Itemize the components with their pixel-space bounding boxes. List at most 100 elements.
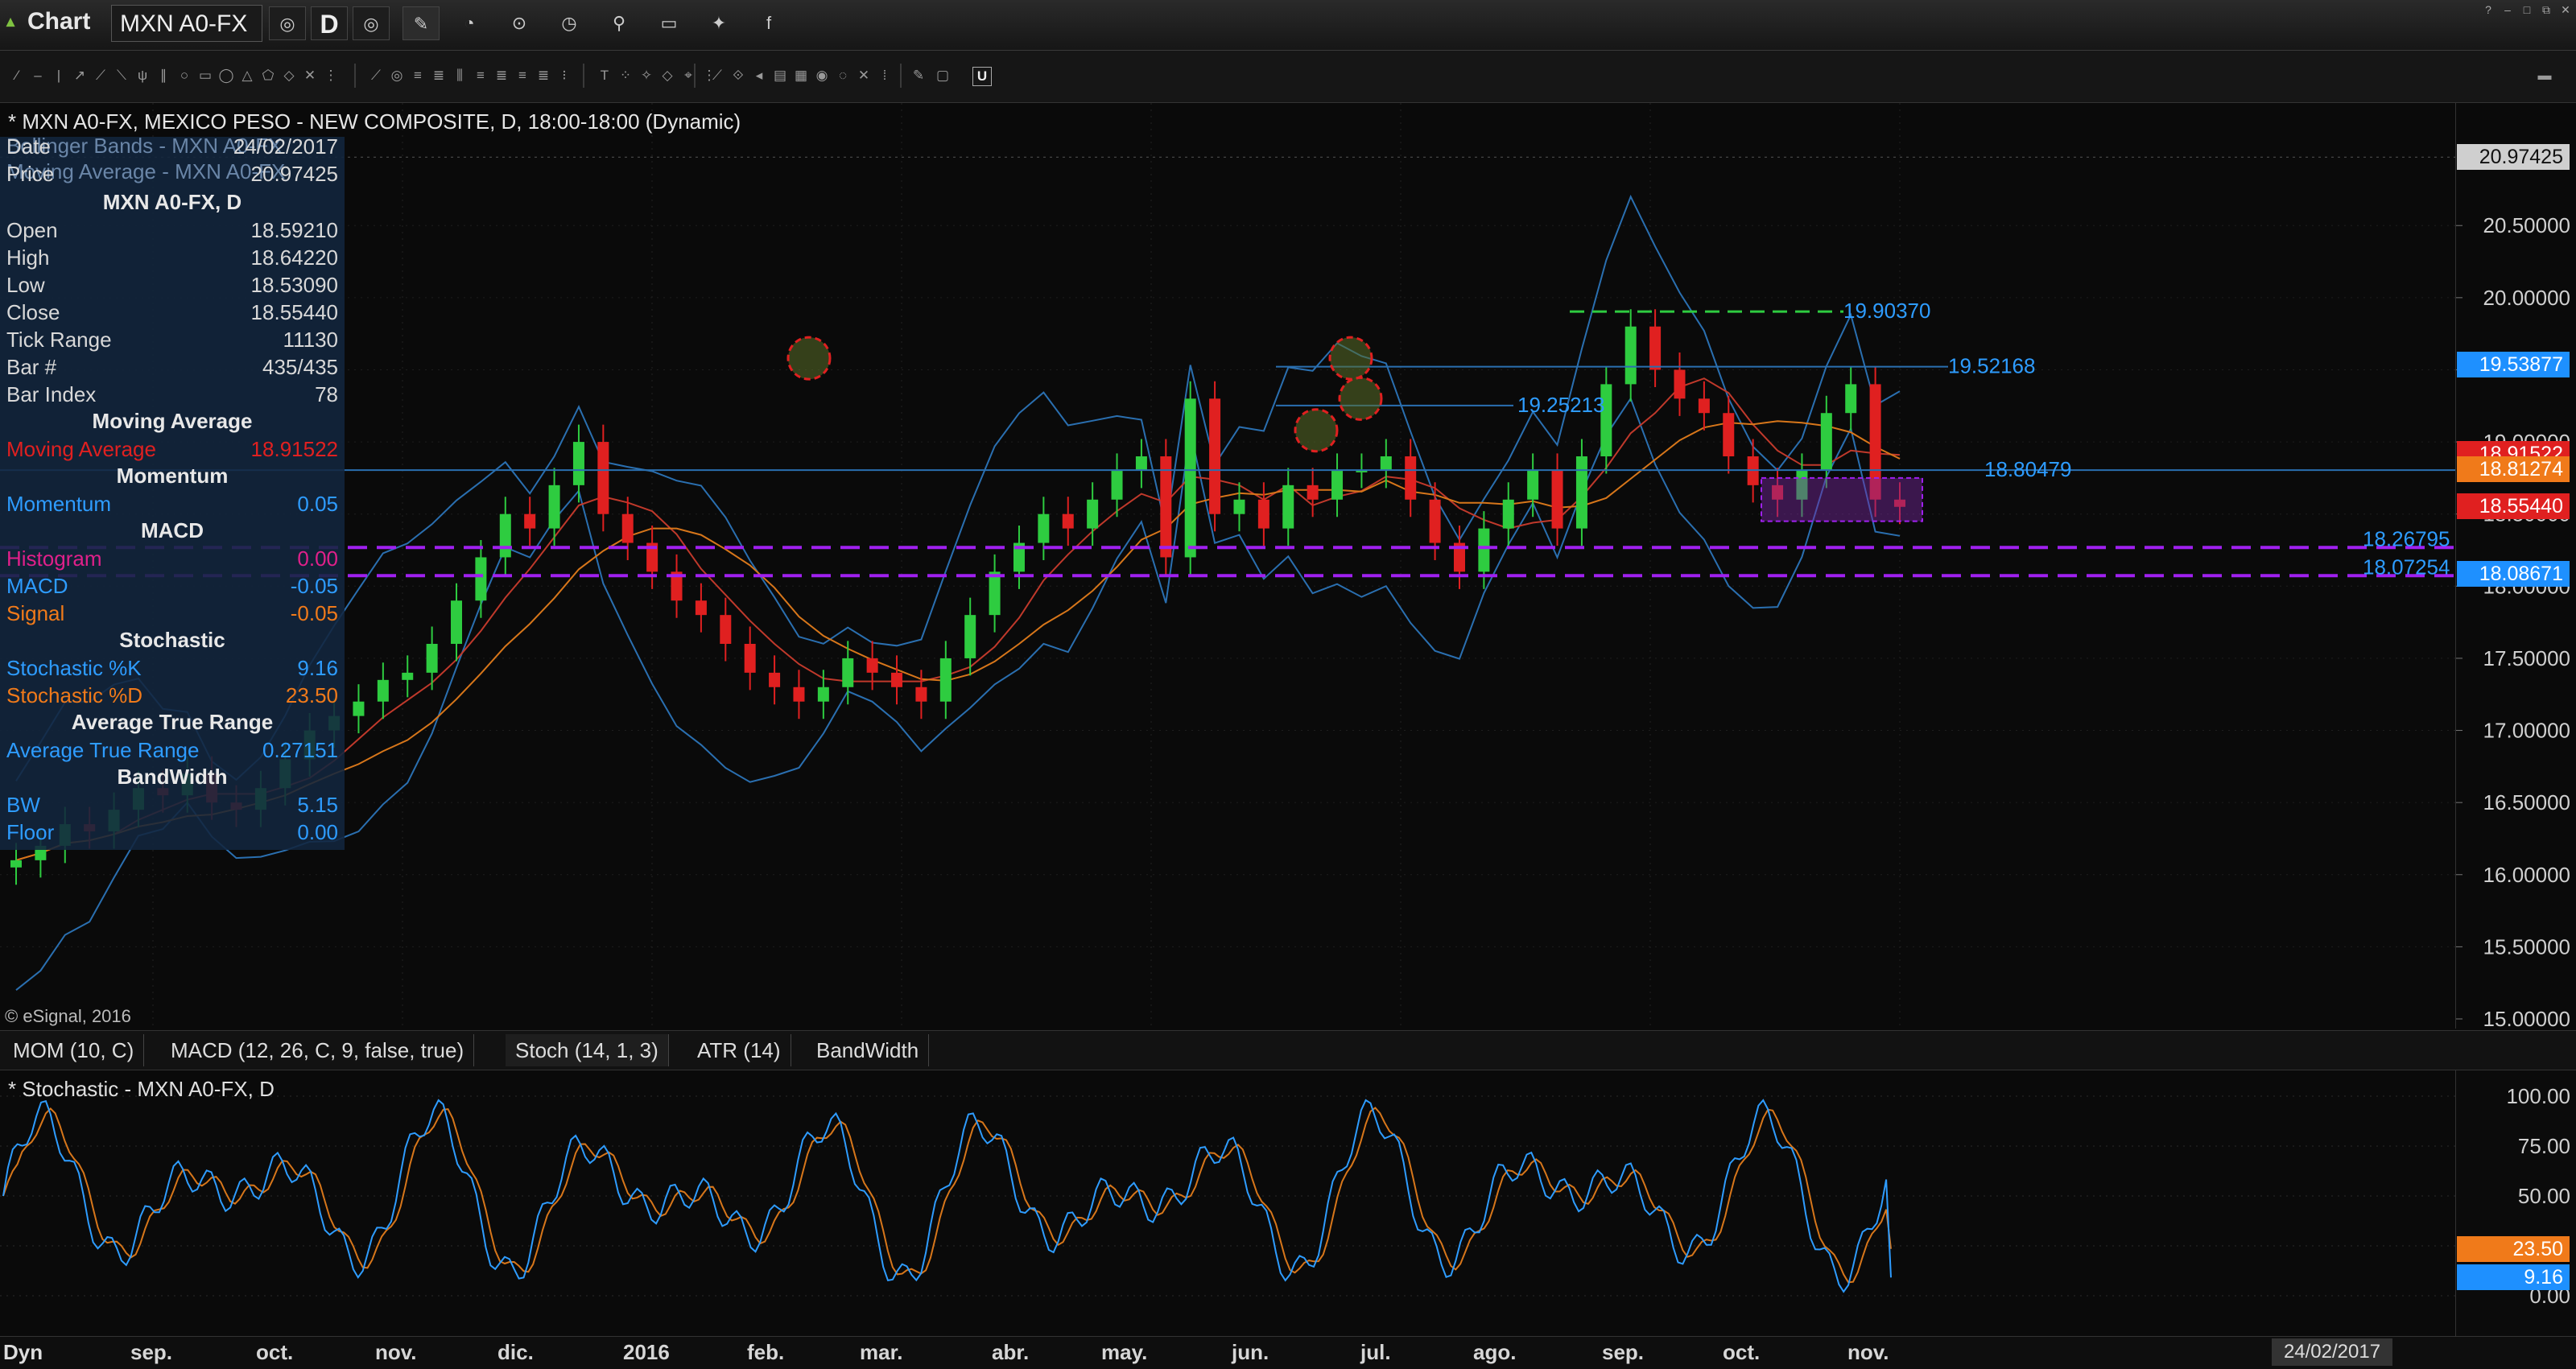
candle-body bbox=[1380, 456, 1392, 471]
line-tool-icon[interactable]: ⁄ bbox=[8, 67, 26, 85]
data-label: Close bbox=[6, 300, 60, 324]
hline-tool-icon[interactable]: – bbox=[29, 67, 47, 85]
data-row-stochastic-k: Stochastic %K 9.16 bbox=[6, 655, 338, 682]
candle-body bbox=[377, 679, 389, 702]
tab-atr[interactable]: ATR (14) bbox=[687, 1034, 791, 1066]
month-label: nov. bbox=[1847, 1340, 1889, 1364]
help-icon[interactable]: ? bbox=[2479, 3, 2497, 16]
stochastic-panel[interactable] bbox=[0, 1070, 2455, 1336]
data-value-date: 24/02/2017 bbox=[233, 134, 338, 159]
data-label: MACD bbox=[6, 574, 68, 598]
pencil-tool-icon[interactable]: ✎ bbox=[910, 67, 927, 85]
data-head-symbol: MXN A0-FX, D bbox=[102, 190, 242, 214]
time-axis[interactable]: Dyn sep. oct. nov. dic. 2016 feb. mar. abr. may.… bbox=[0, 1336, 2576, 1369]
cursor-date-box: 24/02/2017 bbox=[2272, 1338, 2392, 1366]
stochastic-k-tag: 9.16 bbox=[2457, 1264, 2570, 1291]
grid-tool-icon[interactable]: ⋮ bbox=[322, 67, 340, 85]
channel-tool-icon[interactable]: ∥ bbox=[155, 67, 172, 85]
pitchfork-tool-icon[interactable]: ψ bbox=[134, 67, 151, 85]
gann-tool-icon[interactable]: ✕ bbox=[301, 67, 319, 85]
measure-tool-icon[interactable]: ▤ bbox=[771, 67, 789, 85]
candle-body bbox=[1845, 384, 1857, 414]
data-head-momentum: Momentum bbox=[116, 464, 229, 488]
marker-tool-icon[interactable]: ✧ bbox=[638, 67, 655, 85]
facebook-icon[interactable]: f bbox=[750, 6, 787, 40]
tab-bandwidth[interactable]: BandWidth bbox=[807, 1034, 930, 1066]
interval-button[interactable]: D bbox=[311, 6, 348, 40]
hide-tool-icon[interactable]: ◌ bbox=[834, 67, 852, 85]
delete-tool-icon[interactable]: ✕ bbox=[855, 67, 873, 85]
fib-arc-tool-icon[interactable]: ≡ bbox=[472, 67, 489, 85]
data-value: -0.05 bbox=[290, 601, 338, 625]
triangle-tool-icon[interactable]: △ bbox=[238, 67, 256, 85]
price-chart-svg[interactable]: 19.90370 19.52168 19.25213 18.80479 18.26795… bbox=[0, 103, 2455, 1029]
rect-tool-icon[interactable]: ▭ bbox=[196, 67, 214, 85]
price-tag: 20.97425 bbox=[2457, 144, 2570, 171]
symbol-input[interactable]: MXN A0-FX bbox=[111, 5, 262, 42]
fib-time-tool-icon[interactable]: ⫼ bbox=[451, 67, 469, 85]
data-row-bw: BW 5.15 bbox=[6, 792, 338, 819]
fib-channel-tool-icon[interactable]: ≡ bbox=[514, 67, 531, 85]
fib-ext-tool-icon[interactable]: ≣ bbox=[430, 67, 448, 85]
minimize-icon[interactable]: – bbox=[2499, 3, 2516, 16]
close-icon[interactable]: ✕ bbox=[2557, 3, 2574, 16]
dynamic-label[interactable]: Dyn bbox=[3, 1340, 43, 1365]
tab-mom[interactable]: MOM (10, C) bbox=[3, 1034, 145, 1066]
chat-icon[interactable]: ▭ bbox=[650, 6, 687, 40]
fib-speed-tool-icon[interactable]: ⁝ bbox=[555, 67, 573, 85]
interval-settings-icon[interactable]: ◎ bbox=[353, 6, 390, 40]
stochastic-svg[interactable] bbox=[0, 1070, 2455, 1336]
tab-macd[interactable]: MACD (12, 26, C, 9, false, true) bbox=[161, 1034, 475, 1066]
text-tool-icon[interactable]: T bbox=[596, 67, 613, 85]
candle-body bbox=[1282, 485, 1294, 529]
zoom-icon[interactable]: ◔ bbox=[451, 6, 488, 40]
range-tool-icon[interactable]: ▦ bbox=[792, 67, 810, 85]
twitter-icon[interactable]: ✦ bbox=[700, 6, 737, 40]
underline-tool-icon[interactable]: U bbox=[972, 67, 992, 86]
peak-marker-circle bbox=[1328, 336, 1373, 381]
pin-tool-icon[interactable]: ◇ bbox=[658, 67, 676, 85]
link-icon[interactable]: ⚲ bbox=[601, 6, 638, 40]
toolbar-menu-icon[interactable]: ▬ bbox=[2536, 67, 2553, 85]
arrow-tool-icon[interactable]: ↗ bbox=[71, 67, 89, 85]
candle-body bbox=[1429, 499, 1441, 543]
main-chart-panel[interactable]: 19.90370 19.52168 19.25213 18.80479 18.26795… bbox=[0, 103, 2455, 1029]
cycle-tool-icon[interactable]: ◇ bbox=[280, 67, 298, 85]
candle-body bbox=[1135, 456, 1147, 471]
more-tools-icon[interactable]: ⁞ bbox=[876, 67, 894, 85]
tab-stoch[interactable]: Stoch (14, 1, 3) bbox=[506, 1034, 669, 1066]
symbol-link-icon[interactable]: ◎ bbox=[269, 6, 306, 40]
data-value: 0.27151 bbox=[262, 738, 338, 762]
crosshair-icon[interactable]: ⊙ bbox=[501, 6, 538, 40]
data-row-bar-index: Bar Index 78 bbox=[6, 381, 338, 408]
regression-tool-icon[interactable]: ⟋ bbox=[708, 67, 726, 85]
candle-body bbox=[621, 513, 634, 543]
note-tool-icon[interactable]: ⁘ bbox=[617, 67, 634, 85]
fib-fan-tool-icon[interactable]: ⟋ bbox=[367, 67, 385, 85]
vline-tool-icon[interactable]: | bbox=[50, 67, 68, 85]
data-value: 18.55440 bbox=[250, 300, 338, 324]
candle-body bbox=[1649, 326, 1662, 370]
candle-body bbox=[402, 672, 414, 680]
polygon-tool-icon[interactable]: ⬠ bbox=[259, 67, 277, 85]
data-head-atr: Average True Range bbox=[71, 710, 274, 734]
raff-tool-icon[interactable]: ◂ bbox=[750, 67, 768, 85]
eye-tool-icon[interactable]: ◉ bbox=[813, 67, 831, 85]
ray-tool-icon[interactable]: ⟋ bbox=[92, 67, 109, 85]
fib-ret-tool-icon[interactable]: ≡ bbox=[409, 67, 427, 85]
std-channel-tool-icon[interactable]: ⟐ bbox=[729, 67, 747, 85]
clock-icon[interactable]: ◷ bbox=[551, 6, 588, 40]
maximize-icon[interactable]: □ bbox=[2518, 3, 2536, 16]
fib-proj-tool-icon[interactable]: ≣ bbox=[493, 67, 510, 85]
fib-spiral-tool-icon[interactable]: ≣ bbox=[535, 67, 552, 85]
ellipse-tool-icon[interactable]: ○ bbox=[175, 67, 193, 85]
draw-pencil-icon[interactable]: ✎ bbox=[402, 6, 440, 40]
data-head-moving-average: Moving Average bbox=[92, 409, 253, 433]
stochastic-axis[interactable]: 100.0075.0050.0025.000.00 bbox=[2455, 1070, 2576, 1336]
restore-icon[interactable]: ⧉ bbox=[2537, 3, 2555, 16]
circle-tool-icon[interactable]: ◯ bbox=[217, 67, 235, 85]
candle-body bbox=[1111, 470, 1123, 500]
fib-circle-tool-icon[interactable]: ◎ bbox=[388, 67, 406, 85]
extend-tool-icon[interactable]: ⟍ bbox=[113, 67, 130, 85]
erase-tool-icon[interactable]: ▢ bbox=[934, 67, 952, 85]
